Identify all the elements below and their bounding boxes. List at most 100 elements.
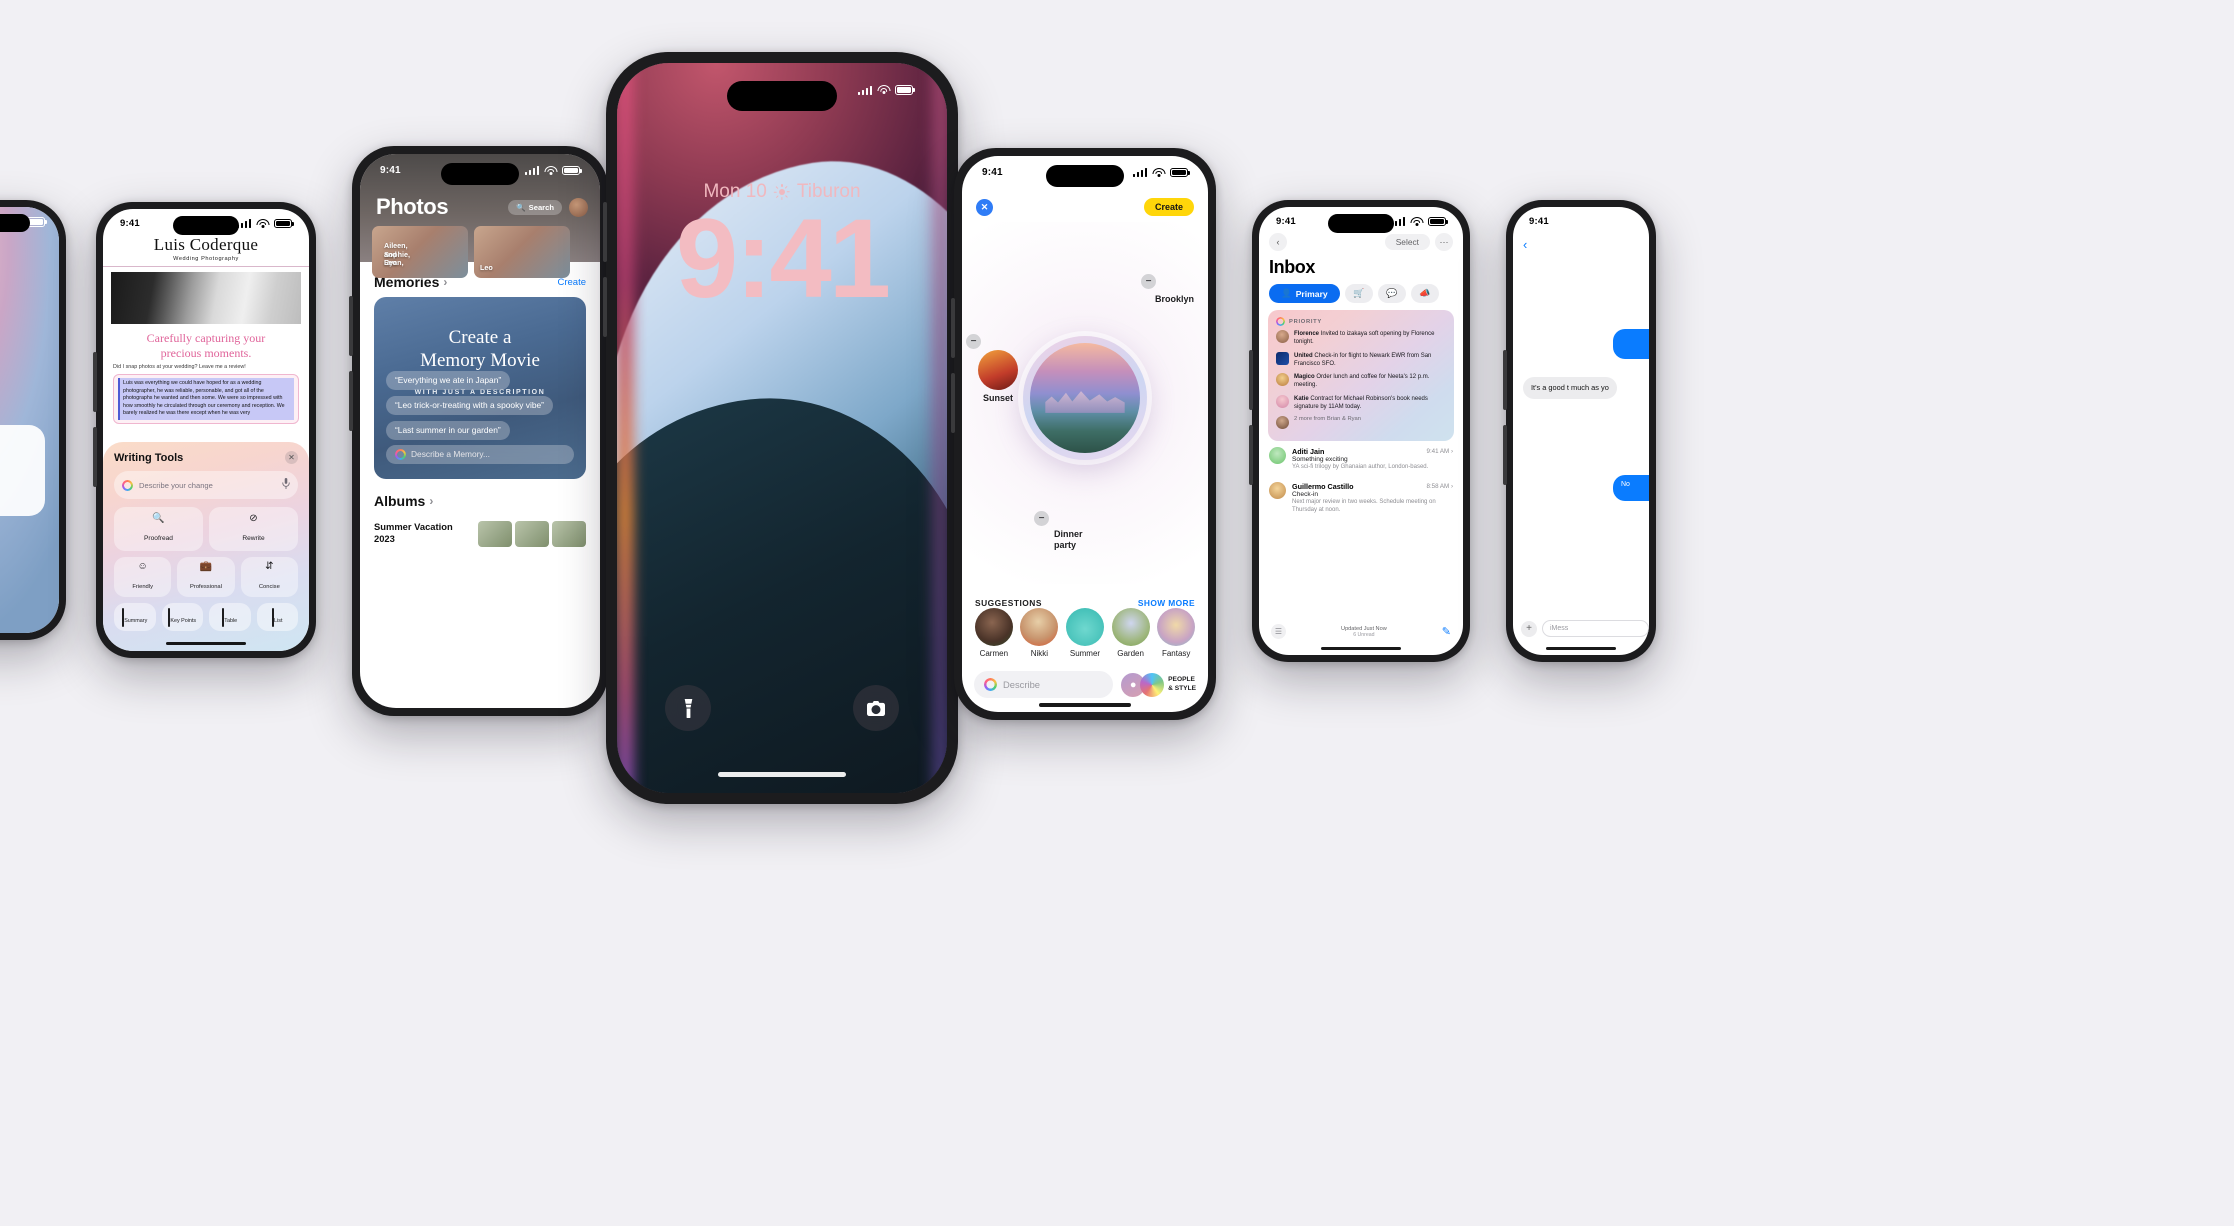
suggestion-item[interactable]: Nikki [1017, 608, 1061, 658]
avatar [1276, 394, 1289, 408]
create-button[interactable]: Create [1143, 198, 1194, 216]
table-doc-icon [222, 608, 225, 627]
home-indicator[interactable] [166, 641, 246, 645]
review-input[interactable]: Luis was everything we could have hoped … [113, 374, 299, 424]
avatar[interactable] [569, 197, 588, 217]
suggestion-avatar [974, 608, 1013, 646]
tab-updates[interactable]: 💬 [1377, 284, 1406, 303]
phone-messages-right: 9:41 ‹ It's a good t much as yo No + iMe… [1503, 200, 1656, 662]
home-indicator[interactable] [1039, 703, 1131, 707]
minus-icon[interactable]: − [1141, 274, 1156, 289]
concept-pill-sunset[interactable]: − [966, 334, 981, 349]
search-button[interactable]: 🔍 Search [508, 199, 562, 215]
compose-icon[interactable]: ✎ [1442, 625, 1451, 638]
site-name: Luis Coderque [153, 235, 259, 254]
camera-icon[interactable] [853, 685, 899, 731]
plus-icon[interactable]: + [1521, 620, 1537, 637]
suggestions-title: SUGGESTIONS [975, 598, 1042, 608]
mail-sender: Aditi Jain [1292, 447, 1325, 457]
concise-button[interactable]: ⇵ Concise [240, 557, 298, 597]
chevron-left-icon[interactable]: ‹ [1523, 237, 1527, 252]
site-tagline: Carefully capturing your precious moment… [103, 324, 309, 364]
describe-change-input[interactable]: Describe your change [114, 471, 298, 499]
mail-status: Updated Just Now 6 Unread [1341, 626, 1387, 638]
mail-row[interactable]: Aditi Jain 9:41 AM › Something exciting … [1259, 441, 1463, 476]
concept-sunset-group[interactable]: Sunset [972, 350, 1024, 403]
summary-line: s on the [0, 458, 35, 470]
minus-icon[interactable]: − [1034, 511, 1049, 526]
dynamic-island [441, 163, 519, 185]
people-and-style-button[interactable]: ● PEOPLE & STYLE [1121, 672, 1196, 697]
suggestion-item[interactable]: Summer [1063, 608, 1107, 658]
wifi-icon [1410, 216, 1423, 227]
megaphone-icon: 📣 [1419, 288, 1431, 298]
proofread-button[interactable]: 🔍 Proofread [114, 507, 203, 551]
memory-suggestion-chip[interactable]: “Last summer in our garden” [386, 421, 510, 440]
microphone-icon[interactable] [282, 476, 290, 494]
priority-sender: United [1294, 352, 1313, 359]
tab-primary[interactable]: 👤 Primary [1269, 284, 1340, 303]
list-button[interactable]: List [256, 603, 298, 631]
concept-pill-dinner[interactable]: − [1034, 511, 1049, 526]
album-row[interactable]: Summer Vacation 2023 [360, 513, 600, 547]
avatar [1276, 330, 1289, 343]
select-button[interactable]: Select [1384, 234, 1430, 250]
create-link[interactable]: Create [557, 277, 586, 288]
chevron-right-icon: › [429, 494, 434, 508]
professional-button[interactable]: 💼 Professional [177, 557, 235, 597]
message-input[interactable]: iMess [1542, 620, 1649, 637]
home-indicator[interactable] [1321, 646, 1401, 650]
notification-summary-card[interactable]: dinner with nt. s on the d 10:00am. here… [0, 425, 45, 517]
priority-text: Florence Invited to izakaya soft opening… [1294, 330, 1446, 347]
rewrite-button[interactable]: ⊘ Rewrite [209, 507, 298, 551]
key-points-button[interactable]: Key Points [161, 603, 203, 631]
show-more-button[interactable]: SHOW MORE [1138, 598, 1195, 608]
memory-movie-card[interactable]: Create a Memory Movie WITH JUST A DESCRI… [374, 297, 586, 479]
chevron-left-icon[interactable]: ‹ [1269, 233, 1287, 251]
home-indicator[interactable] [718, 772, 846, 777]
battery-icon [895, 85, 913, 95]
close-x-icon[interactable]: ✕ [976, 198, 993, 216]
priority-summary: Contract for Michael Robinson's book nee… [1294, 395, 1428, 410]
concept-pill-brooklyn[interactable]: − [1141, 274, 1156, 289]
flashlight-icon[interactable] [665, 685, 711, 731]
suggestion-item[interactable]: Fantasy [1154, 608, 1198, 658]
priority-more-row[interactable]: 2 more from Brian & Ryan [1276, 416, 1446, 430]
suggestion-item[interactable]: Garden [1109, 608, 1153, 658]
priority-item[interactable]: United Check-in for flight to Newark EWR… [1276, 351, 1446, 369]
describe-memory-input[interactable]: Describe a Memory... [386, 445, 574, 464]
priority-item[interactable]: Florence Invited to izakaya soft opening… [1276, 330, 1446, 347]
priority-card[interactable]: PRIORITY Florence Invited to izakaya sof… [1268, 310, 1454, 442]
filter-icon[interactable]: ☰ [1271, 624, 1286, 639]
close-icon[interactable]: ✕ [285, 451, 298, 464]
avatar [1269, 482, 1286, 500]
describe-change-placeholder: Describe your change [139, 480, 213, 490]
priority-item[interactable]: Katie Contract for Michael Robinson's bo… [1276, 394, 1446, 412]
writing-tools-header: Writing Tools ✕ [114, 451, 298, 464]
concept-thumb [978, 350, 1018, 390]
photo-thumb[interactable]: Aileen, Sophie, Ryan, and Leo [372, 226, 468, 278]
album-name: Summer Vacation 2023 [374, 521, 453, 544]
mail-row[interactable]: Guillermo Castillo 8:58 AM › Check-in Ne… [1259, 476, 1463, 519]
summary-button[interactable]: Summary [114, 603, 156, 631]
generated-image-bubble[interactable] [1023, 336, 1147, 461]
battery-icon [274, 218, 292, 229]
priority-text: Magico Order lunch and coffee for Neeta'… [1294, 373, 1446, 390]
memory-suggestion-chip[interactable]: “Everything we ate in Japan” [386, 371, 511, 391]
tab-transactions[interactable]: 🛒 [1344, 284, 1373, 303]
home-indicator[interactable] [1546, 646, 1616, 650]
memory-suggestion-chip[interactable]: “Leo trick-or-treating with a spooky vib… [386, 396, 553, 416]
screen: 9:41 ✕ Create − Sunset − Brooklyn − Dinn… [962, 156, 1208, 712]
friendly-button[interactable]: ☺ Friendly [114, 557, 172, 597]
tab-promotions[interactable]: 📣 [1410, 284, 1439, 303]
minus-icon[interactable]: − [966, 334, 981, 349]
suggestion-item[interactable]: Carmen [972, 608, 1016, 658]
albums-title[interactable]: Albums › [374, 493, 433, 509]
table-button[interactable]: Table [209, 603, 251, 631]
suggestion-label: Garden [1117, 649, 1144, 658]
describe-input[interactable]: Describe [974, 671, 1114, 698]
photo-thumb[interactable]: Leo [474, 226, 570, 278]
rewrite-label: Rewrite [242, 535, 265, 542]
priority-item[interactable]: Magico Order lunch and coffee for Neeta'… [1276, 373, 1446, 390]
ellipsis-icon[interactable]: ⋯ [1435, 233, 1453, 251]
